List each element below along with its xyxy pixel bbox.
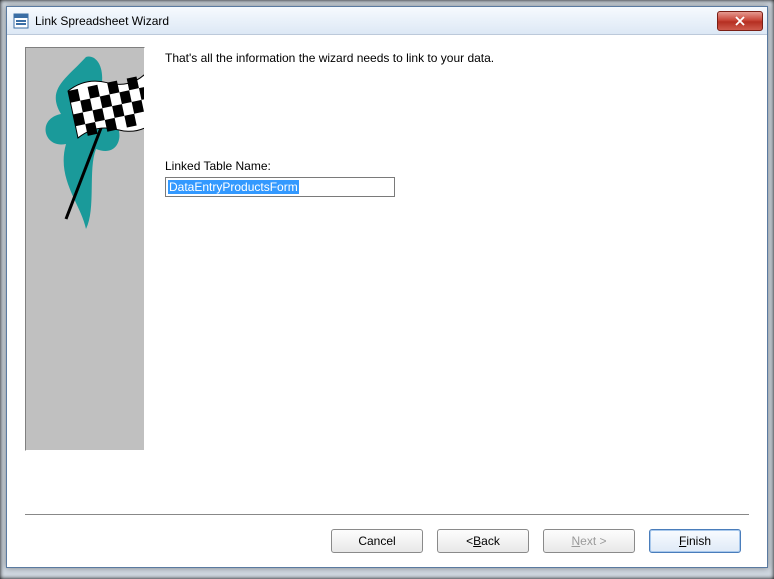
table-name-selection: DataEntryProductsForm (168, 180, 299, 194)
back-rest: ack (481, 534, 500, 548)
cancel-button[interactable]: Cancel (331, 529, 423, 553)
titlebar: Link Spreadsheet Wizard (7, 7, 767, 35)
back-button[interactable]: < Back (437, 529, 529, 553)
app-icon (13, 13, 29, 29)
next-button: Next > (543, 529, 635, 553)
wizard-graphic (25, 47, 145, 451)
close-button[interactable] (717, 11, 763, 31)
table-name-label: Linked Table Name: (165, 159, 749, 173)
cancel-label: Cancel (358, 534, 395, 548)
window-title: Link Spreadsheet Wizard (35, 14, 717, 28)
next-accel: N (571, 534, 580, 548)
client-area: That's all the information the wizard ne… (7, 35, 767, 567)
main-content: That's all the information the wizard ne… (165, 47, 749, 508)
wizard-dialog: Link Spreadsheet Wizard (6, 6, 768, 568)
button-row: Cancel < Back Next > Finish (25, 529, 749, 553)
back-accel: B (473, 534, 481, 548)
button-separator (25, 514, 749, 515)
next-rest: ext > (580, 534, 606, 548)
finish-rest: inish (686, 534, 711, 548)
back-prefix: < (466, 534, 473, 548)
instruction-text: That's all the information the wizard ne… (165, 51, 749, 65)
finish-accel: F (679, 534, 686, 548)
finish-button[interactable]: Finish (649, 529, 741, 553)
